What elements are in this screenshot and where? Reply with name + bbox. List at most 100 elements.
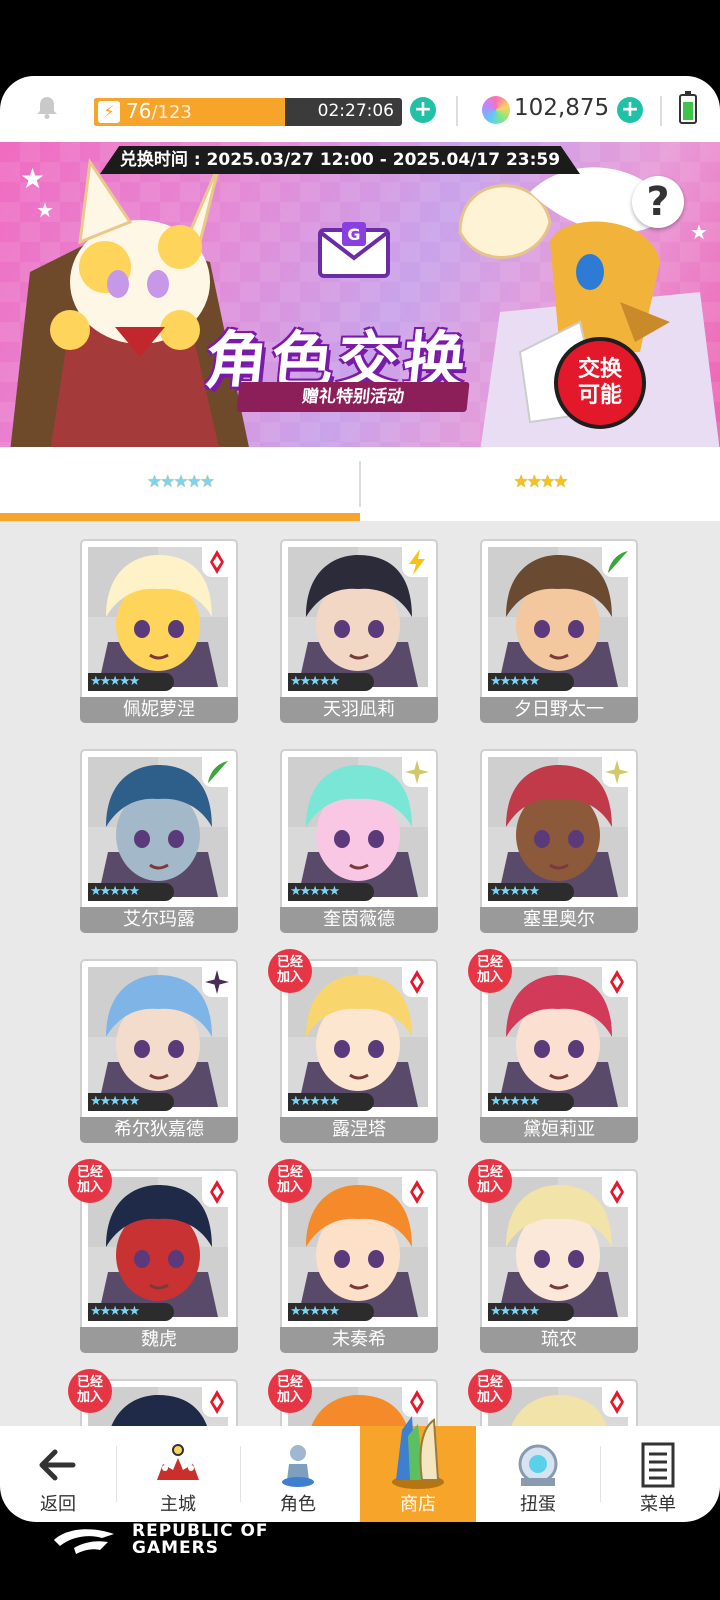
exchange-period: 兑换时间 : 2025.03/27 12:00 - 2025.04/17 23:… xyxy=(100,146,580,174)
rog-watermark-text: REPUBLIC OF GAMERS xyxy=(132,1523,269,1557)
nav-label: 角色 xyxy=(280,1494,316,1515)
battery-icon xyxy=(679,91,697,124)
star-rating: ★★★★★ xyxy=(88,1093,174,1111)
character-name: 琉农 xyxy=(480,1327,638,1353)
character-card[interactable]: ★★★★★ 天羽凪莉 xyxy=(280,539,438,723)
element-light-icon xyxy=(402,757,432,787)
nav-character[interactable]: 角色 xyxy=(240,1426,356,1522)
divider xyxy=(116,1446,117,1502)
star-rating: ★★★★★ xyxy=(288,883,374,901)
exchange-available-badge: 交换 可能 xyxy=(554,337,646,429)
nav-label: 商店 xyxy=(400,1494,436,1515)
nav-back[interactable]: 返回 xyxy=(0,1426,116,1522)
add-gems-button[interactable]: + xyxy=(617,97,643,123)
character-card[interactable]: ★★★★★ 希尔狄嘉德 xyxy=(80,959,238,1143)
element-light-icon xyxy=(602,757,632,787)
svg-text:G: G xyxy=(347,225,360,244)
help-button[interactable]: ? xyxy=(632,176,684,228)
joined-badge: 已经 加入 xyxy=(468,949,512,993)
star-rating: ★★★★★ xyxy=(288,1303,374,1321)
character-card[interactable]: ★★★★★ 夕日野太一 xyxy=(480,539,638,723)
star-rating: ★★★★★ xyxy=(88,883,174,901)
event-banner: ★ ★ ★ ★ xyxy=(0,142,720,447)
character-icon xyxy=(282,1445,314,1487)
star-rating: ★★★★★ xyxy=(288,1093,374,1111)
star-rating: ★★★★★ xyxy=(488,1093,574,1111)
character-card[interactable]: ★★★★★ 佩妮萝涅 xyxy=(80,539,238,723)
element-wind-icon xyxy=(202,757,232,787)
character-name: 夕日野太一 xyxy=(480,697,638,723)
joined-badge: 已经 加入 xyxy=(268,1369,312,1413)
bell-icon[interactable] xyxy=(34,94,60,120)
character-name: 露涅塔 xyxy=(280,1117,438,1143)
active-tab-indicator xyxy=(0,513,360,521)
character-card[interactable]: ★★★★★ 塞里奥尔 xyxy=(480,749,638,933)
character-name: 黛姮莉亚 xyxy=(480,1117,638,1143)
stamina-timer: 02:27:06 xyxy=(317,101,394,121)
character-name: 未奏希 xyxy=(280,1327,438,1353)
letter-icon: G xyxy=(318,222,390,278)
element-fire-icon xyxy=(402,967,432,997)
bottom-navigation: 返回 主城 角色 商店 扭蛋 菜单 xyxy=(0,1416,720,1522)
add-stamina-button[interactable]: + xyxy=(410,97,436,123)
element-fire-icon xyxy=(602,1387,632,1417)
nav-gacha[interactable]: 扭蛋 xyxy=(480,1426,596,1522)
star-rating: ★★★★★ xyxy=(488,1303,574,1321)
character-card[interactable]: ★★★★★ 琉农 已经 加入 xyxy=(468,1159,638,1353)
back-arrow-icon xyxy=(39,1449,76,1481)
character-grid: ★★★★★ 佩妮萝涅 ★★★★★ 天羽凪莉 ★★★★★ 夕日野太一 ★★★★★ … xyxy=(0,521,720,1426)
nav-label: 返回 xyxy=(40,1494,76,1515)
shop-icon xyxy=(392,1416,444,1489)
character-card[interactable]: ★★★★★ 露涅塔 已经 加入 xyxy=(268,949,438,1143)
character-name: 天羽凪莉 xyxy=(280,697,438,723)
nav-label: 菜单 xyxy=(640,1494,676,1515)
nav-menu[interactable]: 菜单 xyxy=(600,1426,716,1522)
element-fire-icon xyxy=(402,1177,432,1207)
nav-label: 主城 xyxy=(160,1494,196,1515)
character-card[interactable]: ★★★★★ 魏虎 已经 加入 xyxy=(68,1159,238,1353)
star-rating: ★★★★★ xyxy=(488,883,574,901)
nav-shop[interactable]: 商店 xyxy=(360,1416,476,1522)
joined-badge: 已经 加入 xyxy=(68,1369,112,1413)
stamina-bolt-icon: ⚡ xyxy=(98,101,120,123)
stamina-value: 76/123 xyxy=(126,99,192,123)
character-card[interactable]: ★★★★★ 未奏希 已经 加入 xyxy=(268,1159,438,1353)
rog-watermark: REPUBLIC OF GAMERS xyxy=(52,1520,292,1560)
rog-logo-icon xyxy=(54,1529,114,1554)
four-star-icon: ★★★★ xyxy=(513,472,569,492)
character-name: 奎茵薇德 xyxy=(280,907,438,933)
character-card[interactable]: ★★★★★ 奎茵薇德 xyxy=(280,749,438,933)
joined-badge: 已经 加入 xyxy=(468,1369,512,1413)
event-subtitle: 赠礼特别活动 xyxy=(236,382,470,412)
element-fire-icon xyxy=(202,1177,232,1207)
stamina-current: 76 xyxy=(126,99,152,123)
gem-icon xyxy=(482,96,510,124)
top-status-bar: ⚡ 76/123 02:27:06 + 102,875 + xyxy=(0,76,720,142)
stamina-bar: ⚡ 76/123 02:27:06 xyxy=(94,98,402,126)
star-rating: ★★★★★ xyxy=(88,673,174,691)
character-card[interactable]: ★★★★★ 艾尔玛露 xyxy=(80,749,238,933)
stamina-max: /123 xyxy=(151,102,192,123)
element-wind-icon xyxy=(602,547,632,577)
nav-label: 扭蛋 xyxy=(520,1494,556,1515)
element-fire-icon xyxy=(602,1177,632,1207)
gacha-icon xyxy=(518,1444,558,1486)
character-name: 佩妮萝涅 xyxy=(80,697,238,723)
joined-badge: 已经 加入 xyxy=(268,949,312,993)
tab-four-star[interactable]: ★★★★ xyxy=(360,447,720,521)
element-fire-icon xyxy=(202,547,232,577)
character-card[interactable]: 已经 加入 xyxy=(468,1369,638,1426)
character-card[interactable]: ★★★★★ 黛姮莉亚 已经 加入 xyxy=(468,949,638,1143)
badge-text: 交换 可能 xyxy=(577,357,622,408)
tab-five-star[interactable]: ★★★★★ xyxy=(0,447,360,521)
nav-castle[interactable]: 主城 xyxy=(120,1426,236,1522)
character-name: 塞里奥尔 xyxy=(480,907,638,933)
rarity-tabs: ★★★★★ ★★★★ xyxy=(0,447,720,521)
character-card[interactable]: 已经 加入 xyxy=(68,1369,238,1426)
joined-badge: 已经 加入 xyxy=(468,1159,512,1203)
element-dark-icon xyxy=(202,967,232,997)
divider xyxy=(660,96,662,126)
joined-badge: 已经 加入 xyxy=(268,1159,312,1203)
game-screen: ⚡ 76/123 02:27:06 + 102,875 + ★ ★ ★ ★ xyxy=(0,0,720,1600)
element-fire-icon xyxy=(202,1387,232,1417)
